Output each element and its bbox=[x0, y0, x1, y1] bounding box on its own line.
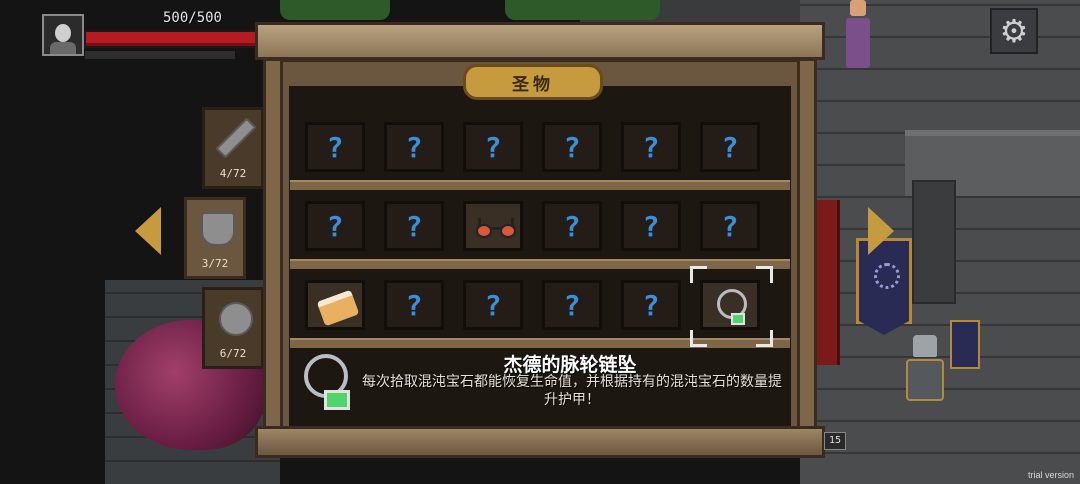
relic-slot-pendant[interactable] bbox=[700, 280, 760, 330]
relic-slot-unknown[interactable]: ? bbox=[305, 201, 365, 251]
knight-character bbox=[905, 335, 945, 410]
tab-armor[interactable]: 3/72 bbox=[184, 197, 246, 279]
ring-icon bbox=[219, 302, 253, 336]
relic-slot-unknown[interactable]: ? bbox=[542, 122, 602, 172]
hedge bbox=[505, 0, 660, 20]
selection-bracket bbox=[756, 266, 773, 283]
relic-slot-glasses[interactable] bbox=[463, 201, 523, 251]
question-mark-icon: ? bbox=[642, 131, 660, 164]
question-mark-icon: ? bbox=[563, 210, 581, 243]
relic-slot-unknown[interactable]: ? bbox=[542, 201, 602, 251]
sword-icon bbox=[215, 117, 257, 159]
cabinet-bottom bbox=[255, 426, 825, 458]
relic-slot-unknown[interactable]: ? bbox=[384, 280, 444, 330]
selection-bracket bbox=[756, 330, 773, 347]
player-portrait[interactable] bbox=[42, 14, 84, 56]
question-mark-icon: ? bbox=[642, 289, 660, 322]
wall-banner-small bbox=[950, 320, 980, 369]
question-mark-icon: ? bbox=[484, 131, 502, 164]
hedge bbox=[280, 0, 390, 20]
question-mark-icon: ? bbox=[642, 210, 660, 243]
relic-slot-unknown[interactable]: ? bbox=[621, 122, 681, 172]
relic-slot-unknown[interactable]: ? bbox=[463, 122, 523, 172]
relic-slot-unknown[interactable]: ? bbox=[463, 280, 523, 330]
question-mark-icon: ? bbox=[405, 210, 423, 243]
tab-count: 4/72 bbox=[219, 167, 247, 180]
question-mark-icon: ? bbox=[405, 289, 423, 322]
question-mark-icon: ? bbox=[326, 210, 344, 243]
question-mark-icon: ? bbox=[484, 289, 502, 322]
relic-slot-unknown[interactable]: ? bbox=[542, 280, 602, 330]
relic-slot-unknown[interactable]: ? bbox=[305, 122, 365, 172]
question-mark-icon: ? bbox=[405, 131, 423, 164]
next-page-arrow-icon[interactable] bbox=[868, 207, 894, 255]
cabinet-post bbox=[263, 58, 283, 454]
mana-bar bbox=[84, 50, 236, 60]
cake-icon bbox=[316, 289, 360, 327]
count-badge: 15 bbox=[824, 432, 846, 450]
question-mark-icon: ? bbox=[721, 210, 739, 243]
npc-character[interactable] bbox=[842, 0, 874, 75]
relic-slot-unknown[interactable]: ? bbox=[621, 201, 681, 251]
cabinet-top bbox=[255, 22, 825, 60]
selection-bracket bbox=[690, 330, 707, 347]
hp-bar bbox=[84, 30, 262, 48]
shelf bbox=[290, 259, 790, 269]
watermark: trial version bbox=[1027, 470, 1074, 480]
panel-title: 圣物 bbox=[463, 64, 603, 100]
relic-slot-unknown[interactable]: ? bbox=[700, 201, 760, 251]
relic-slot-unknown[interactable]: ? bbox=[384, 201, 444, 251]
settings-gear-icon[interactable]: ⚙ bbox=[990, 8, 1038, 54]
glasses-icon bbox=[474, 218, 518, 240]
question-mark-icon: ? bbox=[563, 289, 581, 322]
tab-count: 3/72 bbox=[201, 257, 229, 270]
question-mark-icon: ? bbox=[326, 131, 344, 164]
pendant-icon bbox=[304, 354, 364, 414]
shelf bbox=[290, 180, 790, 190]
question-mark-icon: ? bbox=[721, 131, 739, 164]
shelf bbox=[290, 338, 790, 348]
relic-slot-unknown[interactable]: ? bbox=[621, 280, 681, 330]
hp-text: 500/500 bbox=[162, 10, 222, 26]
player-hud: 500/500 bbox=[42, 10, 262, 60]
cabinet-post bbox=[797, 58, 817, 454]
relic-description: 每次拾取混沌宝石都能恢复生命值，并根据持有的混沌宝石的数量提升护甲！ bbox=[362, 374, 782, 408]
stone-pillar bbox=[912, 180, 956, 304]
prev-page-arrow-icon[interactable] bbox=[135, 207, 161, 255]
gem-icon bbox=[731, 313, 745, 325]
relic-slot-unknown[interactable]: ? bbox=[384, 122, 444, 172]
shield-icon bbox=[201, 212, 235, 246]
tab-count: 6/72 bbox=[219, 347, 247, 360]
relic-slot-cake[interactable] bbox=[305, 280, 365, 330]
question-mark-icon: ? bbox=[563, 131, 581, 164]
selection-bracket bbox=[690, 266, 707, 283]
relic-slot-unknown[interactable]: ? bbox=[700, 122, 760, 172]
